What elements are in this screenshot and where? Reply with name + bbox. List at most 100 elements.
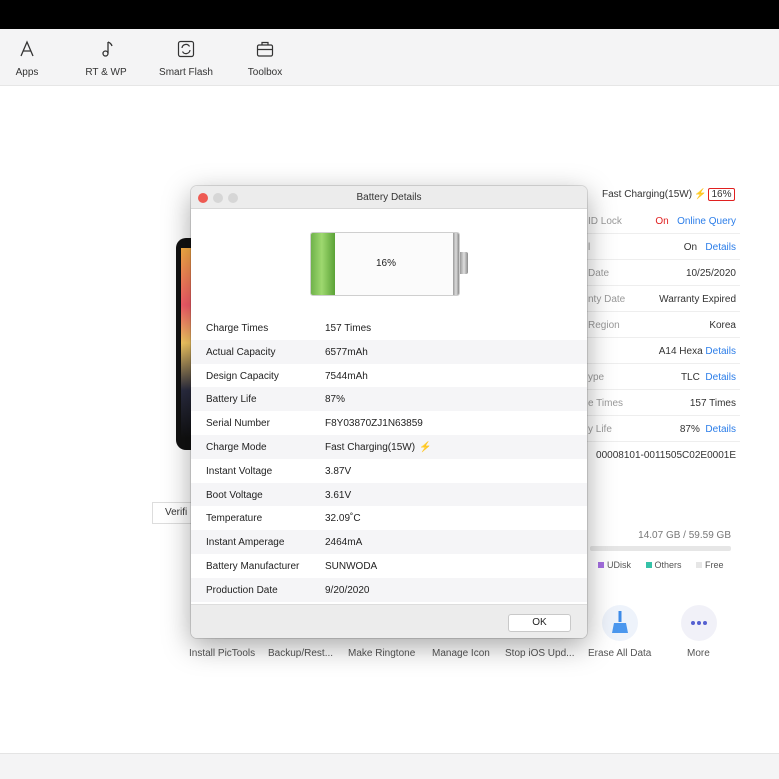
battery-graphic: 16%: [310, 232, 468, 296]
fast-charging-label: Fast Charging(15W): [602, 189, 693, 200]
tool-manage-icon[interactable]: Manage Icon: [432, 648, 490, 659]
storage-amount: 14.07 GB / 59.59 GB: [638, 530, 731, 541]
tool-stop-ios-update[interactable]: Stop iOS Upd...: [505, 648, 574, 659]
info-value: 10/25/2020: [685, 268, 736, 279]
toolbar-smart-flash[interactable]: Smart Flash: [151, 39, 221, 78]
battery-terminal: [460, 252, 468, 274]
info-label: ype: [588, 372, 605, 383]
info-row: 00008101-0011505C02E0001E: [580, 442, 740, 468]
table-row: Battery Manufacturer SUNWODA: [191, 554, 587, 578]
flash-icon: [151, 39, 221, 61]
row-value: 2464mA: [325, 537, 363, 549]
tool-backup-restore[interactable]: Backup/Rest...: [268, 648, 333, 659]
fast-charging-status: Fast Charging(15W) ⚡ 16%: [602, 188, 735, 201]
tool-install-pictools[interactable]: Install PicTools: [189, 648, 255, 659]
tool-make-ringtone[interactable]: Make Ringtone: [348, 648, 415, 659]
legend-swatch: [696, 562, 703, 568]
battery-details-table: Charge Times 157 Times Actual Capacity 657…: [191, 316, 587, 602]
row-key: Design Capacity: [206, 370, 279, 382]
bolt-icon: ⚡: [694, 189, 707, 200]
row-value: 7544mAh: [325, 370, 368, 382]
table-row: Charge Mode Fast Charging(15W) ⚡: [191, 434, 587, 459]
close-icon[interactable]: [198, 193, 208, 203]
info-row: l On Details: [580, 234, 740, 260]
legend-swatch: [645, 562, 652, 568]
row-key: Production Date: [206, 584, 278, 596]
minimize-icon[interactable]: [213, 193, 223, 203]
broom-icon[interactable]: [602, 605, 638, 641]
row-value: Fast Charging(15W) ⚡: [325, 442, 431, 453]
info-value: 87% Details: [680, 424, 736, 435]
row-value: 6577mAh: [325, 346, 368, 358]
row-key: Battery Manufacturer: [206, 560, 300, 572]
table-row: Instant Amperage 2464mA: [191, 530, 587, 554]
legend-item: UDisk: [598, 560, 631, 570]
table-row: Charge Times 157 Times: [191, 316, 587, 340]
details-link[interactable]: Details: [705, 424, 736, 435]
online-query-link[interactable]: Online Query: [677, 216, 736, 227]
info-value-text: TLC: [680, 372, 700, 383]
info-value: On Details: [684, 242, 736, 253]
info-label: y Life: [588, 424, 612, 435]
row-key: Instant Voltage: [206, 465, 273, 477]
toolbar-toolbox[interactable]: Toolbox: [230, 39, 300, 78]
table-row: Design Capacity 7544mAh: [191, 364, 587, 388]
row-key: Charge Mode: [206, 441, 267, 453]
row-key: Temperature: [206, 513, 263, 525]
toolbar-apps[interactable]: Apps: [0, 39, 62, 78]
details-link[interactable]: Details: [705, 372, 736, 383]
ok-button[interactable]: OK: [508, 614, 571, 632]
table-row: Serial Number F8Y03870ZJ1N63859: [191, 411, 587, 435]
tool-erase-all-data[interactable]: Erase All Data: [588, 648, 651, 659]
info-value: Korea: [709, 320, 736, 331]
row-key: Instant Amperage: [206, 537, 285, 549]
info-value-text: 87%: [679, 424, 700, 435]
info-value: TLC Details: [681, 372, 736, 383]
toolbar-rt-wp[interactable]: RT & WP: [71, 39, 141, 78]
charge-mode-text: Fast Charging(15W): [325, 441, 416, 453]
legend-swatch: [598, 562, 604, 568]
battery-badge: 16%: [708, 188, 735, 201]
details-link[interactable]: Details: [705, 346, 736, 357]
apps-icon: [0, 39, 62, 61]
row-value: 87%: [325, 394, 346, 406]
row-value: 32.09˚C: [325, 513, 361, 525]
tool-more[interactable]: More: [687, 648, 710, 659]
info-label: l: [588, 242, 591, 253]
info-label: e Times: [588, 398, 624, 409]
dialog-title: Battery Details: [356, 192, 422, 203]
row-key: Actual Capacity: [206, 346, 276, 358]
window-top-bar: [0, 0, 779, 29]
row-value: 3.87V: [325, 465, 352, 477]
row-value: 9/20/2020: [325, 584, 370, 596]
info-row: Date 10/25/2020: [580, 260, 740, 286]
battery-body: 16%: [310, 232, 460, 296]
table-row: Temperature 32.09˚C: [191, 506, 587, 530]
info-value: On Online Query: [655, 216, 736, 227]
info-label: ID Lock: [588, 216, 622, 227]
table-row: Instant Voltage 3.87V: [191, 459, 587, 483]
info-row: A14 Hexa Details: [580, 338, 740, 364]
row-key: Battery Life: [206, 394, 257, 406]
info-row: y Life 87% Details: [580, 416, 740, 442]
zoom-icon[interactable]: [228, 193, 238, 203]
battery-percent: 16%: [375, 258, 396, 269]
row-key: Boot Voltage: [206, 489, 263, 501]
dialog-footer: OK: [191, 604, 587, 638]
info-row: ID Lock On Online Query: [580, 208, 740, 234]
more-icon[interactable]: [681, 605, 717, 641]
info-label: Date: [588, 268, 610, 279]
info-row: e Times 157 Times: [580, 390, 740, 416]
table-row: Battery Life 87%: [191, 387, 587, 412]
row-value: 3.61V: [325, 489, 352, 501]
bolt-icon: ⚡: [419, 441, 432, 453]
info-value: 157 Times: [689, 398, 736, 409]
row-value: F8Y03870ZJ1N63859: [325, 418, 423, 430]
details-link[interactable]: Details: [705, 242, 736, 253]
info-value-text: On: [683, 242, 698, 253]
info-value: Warranty Expired: [659, 294, 736, 305]
row-value: SUNWODA: [325, 560, 378, 572]
storage-legend: UDisk Others Free: [598, 560, 736, 570]
info-row: nty Date Warranty Expired: [580, 286, 740, 312]
dialog-title-bar: Battery Details: [191, 186, 587, 209]
